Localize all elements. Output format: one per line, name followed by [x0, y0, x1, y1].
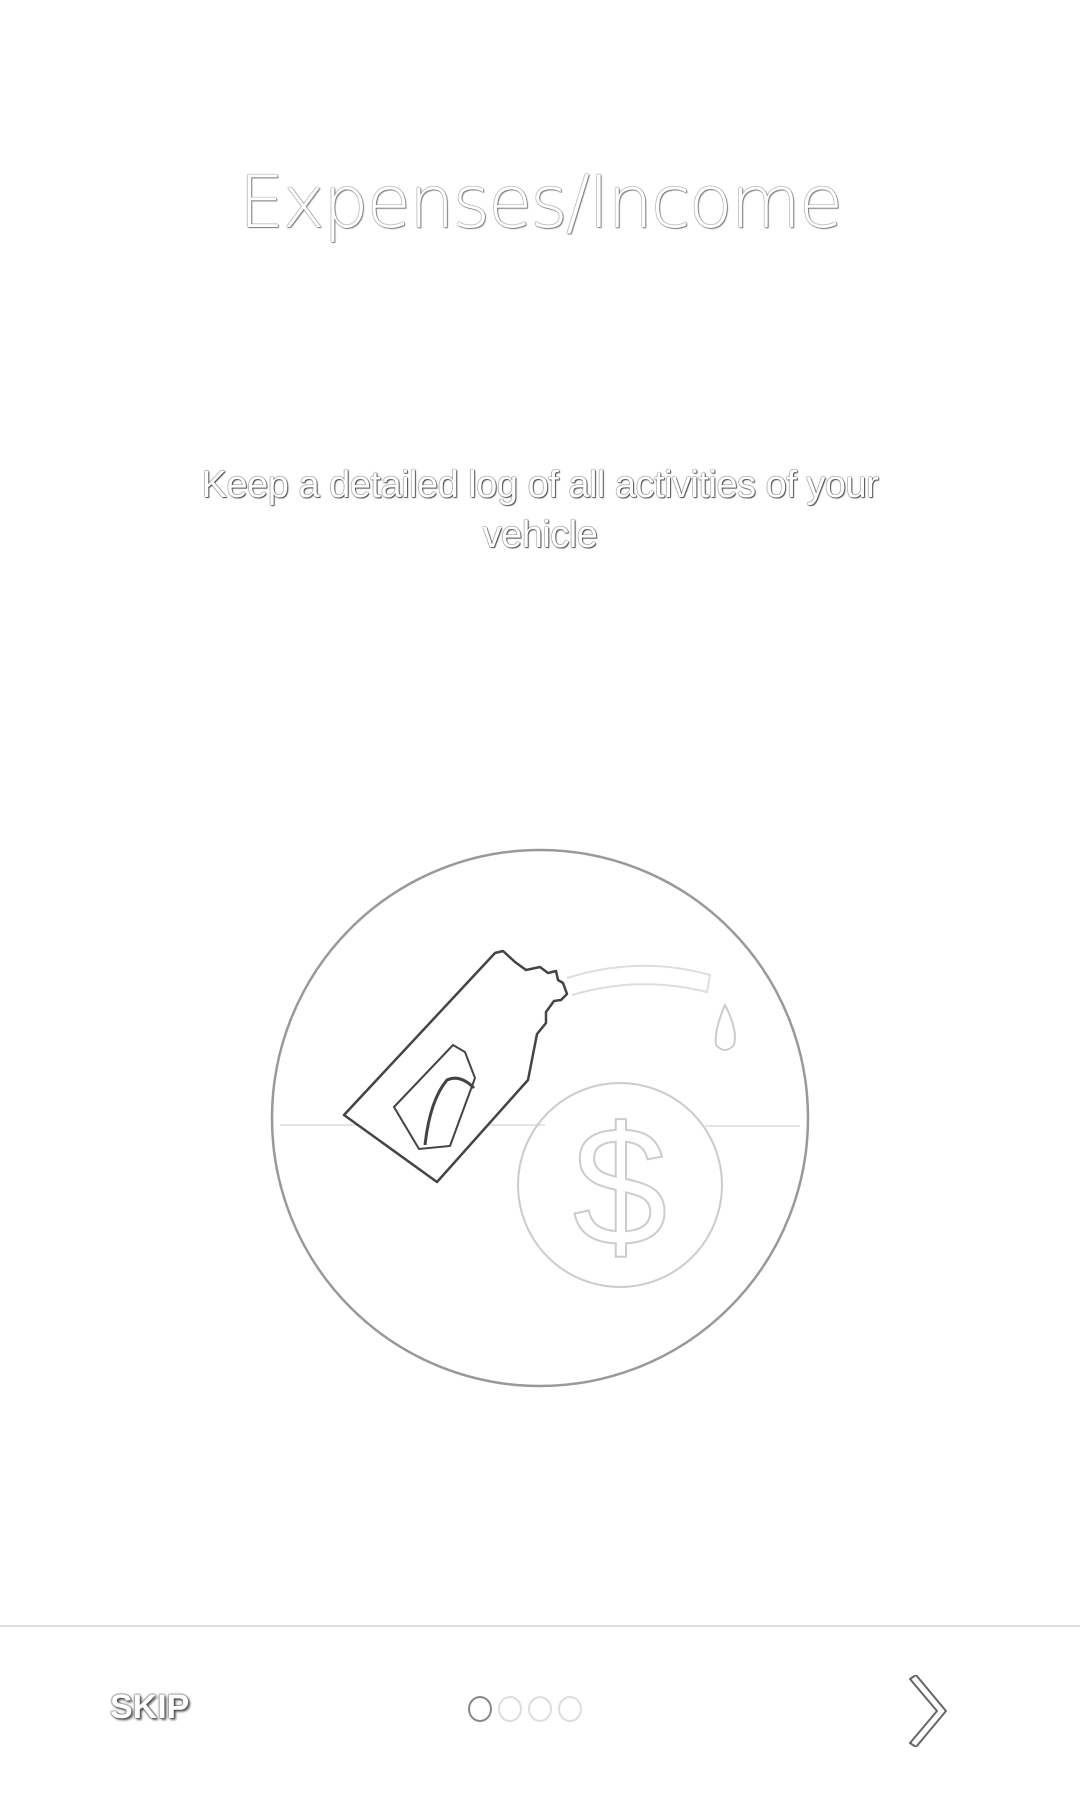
page-dot-4[interactable]: [558, 1696, 582, 1722]
dollar-coin-icon: $: [517, 1082, 723, 1288]
page-dot-1[interactable]: [468, 1696, 492, 1722]
fuel-nozzle-icon: [342, 949, 736, 1184]
page-dot-3[interactable]: [528, 1696, 552, 1722]
svg-text:$: $: [573, 1092, 668, 1282]
expenses-illustration: $: [270, 848, 810, 1388]
page-dot-2[interactable]: [498, 1696, 522, 1722]
footer-divider: [0, 1625, 1080, 1627]
page-indicator: [468, 1696, 582, 1722]
skip-button[interactable]: SKIP: [110, 1688, 189, 1727]
next-button[interactable]: [900, 1674, 960, 1748]
chevron-right-icon: [909, 1674, 947, 1748]
